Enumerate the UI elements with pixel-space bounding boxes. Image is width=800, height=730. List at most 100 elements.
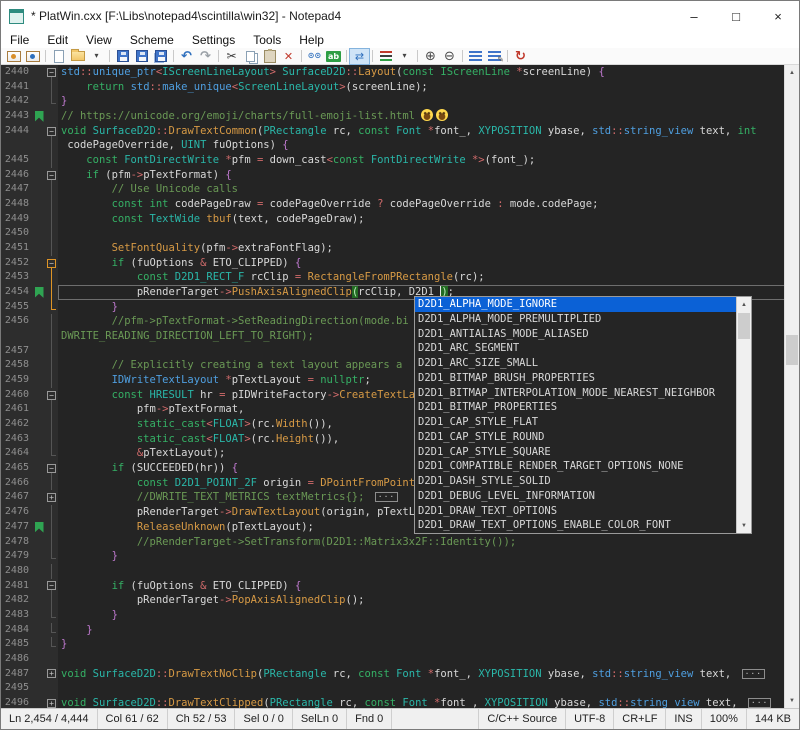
autocomplete-item[interactable]: D2D1_BITMAP_BRUSH_PROPERTIES	[415, 371, 736, 386]
autocomplete-item[interactable]: D2D1_DRAW_TEXT_OPTIONS_ENABLE_COLOR_FONT	[415, 518, 736, 533]
bookmark-margin[interactable]	[33, 623, 45, 638]
fold-margin[interactable]	[45, 608, 58, 623]
transparent-mode-button[interactable]: ⇄	[350, 49, 369, 64]
autocomplete-item[interactable]: D2D1_DASH_STYLE_SOLID	[415, 474, 736, 489]
code-row[interactable]: 2495	[1, 681, 786, 696]
fold-margin[interactable]: −	[45, 168, 58, 183]
fold-margin[interactable]: −	[45, 579, 58, 594]
fold-margin[interactable]	[45, 300, 58, 315]
bookmark-margin[interactable]	[33, 696, 45, 708]
bookmark-margin[interactable]	[33, 490, 45, 505]
line-number[interactable]: 2480	[1, 564, 33, 579]
fold-margin[interactable]	[45, 446, 58, 461]
line-number[interactable]: 2440	[1, 65, 33, 80]
code-row[interactable]: 2485}	[1, 637, 786, 652]
line-number[interactable]: 2451	[1, 241, 33, 256]
bookmark-margin[interactable]	[33, 461, 45, 476]
code-row[interactable]: 2453 const D2D1_RECT_F rcClip = Rectangl…	[1, 270, 786, 285]
line-number[interactable]: 2453	[1, 270, 33, 285]
code-row[interactable]: 2451 SetFontQuality(pfm->extraFontFlag);	[1, 241, 786, 256]
status-encoding[interactable]: UTF-8	[565, 709, 613, 729]
redo-button[interactable]: ↷	[196, 49, 215, 64]
save-all-button[interactable]	[151, 49, 170, 64]
line-number[interactable]: 2483	[1, 608, 33, 623]
autocomplete-item[interactable]: D2D1_BITMAP_PROPERTIES	[415, 400, 736, 415]
menu-settings[interactable]: Settings	[183, 33, 244, 47]
code-row[interactable]: 2447 // Use Unicode calls	[1, 182, 786, 197]
code-line[interactable]: }	[58, 549, 786, 564]
scroll-up-arrow-icon[interactable]: ▲	[785, 65, 799, 80]
fold-margin[interactable]	[45, 212, 58, 227]
bookmark-margin[interactable]	[33, 681, 45, 696]
bookmark-margin[interactable]	[33, 197, 45, 212]
code-line[interactable]: void SurfaceD2D::DrawTextNoClip(PRectang…	[58, 667, 786, 682]
code-row[interactable]: 2448 const int codePageDraw = codePageOv…	[1, 197, 786, 212]
code-line[interactable]: // https://unicode.org/emoji/charts/full…	[58, 109, 786, 124]
line-number[interactable]: 2443	[1, 109, 33, 124]
fold-margin[interactable]	[45, 520, 58, 535]
fold-margin[interactable]	[45, 505, 58, 520]
status-scheme[interactable]: C/C++ Source	[478, 709, 565, 729]
bookmark-margin[interactable]	[33, 329, 45, 344]
bookmark-margin[interactable]	[33, 446, 45, 461]
code-line[interactable]: const D2D1_RECT_F rcClip = RectangleFrom…	[58, 270, 786, 285]
bookmark-margin[interactable]	[33, 285, 45, 300]
bookmark-margin[interactable]	[33, 138, 45, 153]
fold-expanded-icon[interactable]: −	[47, 464, 56, 473]
view-settings-button[interactable]	[485, 49, 504, 64]
undo-button[interactable]: ↶	[177, 49, 196, 64]
code-line[interactable]	[58, 681, 786, 696]
code-row[interactable]: 2483 }	[1, 608, 786, 623]
line-number[interactable]: 2467	[1, 490, 33, 505]
status-eol[interactable]: CR+LF	[613, 709, 665, 729]
line-number[interactable]: 2446	[1, 168, 33, 183]
scroll-thumb[interactable]	[786, 335, 798, 365]
wrap-settings-button[interactable]	[466, 49, 485, 64]
fold-margin[interactable]	[45, 432, 58, 447]
fold-margin[interactable]: +	[45, 667, 58, 682]
status-zoom[interactable]: 100%	[701, 709, 746, 729]
scheme-dropdown[interactable]: ▾	[395, 49, 414, 64]
fold-expanded-icon[interactable]: −	[47, 171, 56, 180]
bookmark-margin[interactable]	[33, 505, 45, 520]
autocomplete-item[interactable]: D2D1_ANTIALIAS_MODE_ALIASED	[415, 327, 736, 342]
line-number[interactable]: 2466	[1, 476, 33, 491]
autocomplete-item[interactable]: D2D1_ARC_SIZE_SMALL	[415, 356, 736, 371]
line-number[interactable]: 2457	[1, 344, 33, 359]
fold-margin[interactable]: −	[45, 65, 58, 80]
popup-scroll-up-icon[interactable]: ▲	[737, 297, 751, 312]
menu-help[interactable]: Help	[290, 33, 333, 47]
line-number[interactable]: 2485	[1, 637, 33, 652]
bookmark-margin[interactable]	[33, 212, 45, 227]
code-row[interactable]: 2445 const FontDirectWrite *pfm = down_c…	[1, 153, 786, 168]
new-file-button[interactable]	[49, 49, 68, 64]
line-number[interactable]: 2481	[1, 579, 33, 594]
bookmark-margin[interactable]	[33, 314, 45, 329]
fold-margin[interactable]	[45, 535, 58, 550]
menu-view[interactable]: View	[77, 33, 121, 47]
line-number[interactable]: 2444	[1, 124, 33, 139]
line-number[interactable]: 2476	[1, 505, 33, 520]
editor-vertical-scrollbar[interactable]: ▲ ▼	[784, 65, 799, 708]
fold-margin[interactable]	[45, 182, 58, 197]
bookmark-margin[interactable]	[33, 637, 45, 652]
fold-expanded-icon[interactable]: −	[47, 127, 56, 136]
fold-margin[interactable]	[45, 417, 58, 432]
fold-margin[interactable]: +	[45, 696, 58, 708]
code-line[interactable]: void SurfaceD2D::DrawTextClipped(PRectan…	[58, 696, 786, 708]
bookmark-margin[interactable]	[33, 564, 45, 579]
status-filesize[interactable]: 144 KB	[746, 709, 799, 729]
fold-margin[interactable]	[45, 197, 58, 212]
bookmark-margin[interactable]	[33, 168, 45, 183]
line-number[interactable]: 2445	[1, 153, 33, 168]
line-number[interactable]: 2459	[1, 373, 33, 388]
bookmark-margin[interactable]	[33, 65, 45, 80]
bookmark-margin[interactable]	[33, 652, 45, 667]
code-line[interactable]: const FontDirectWrite *pfm = down_cast<c…	[58, 153, 786, 168]
line-number[interactable]: 2463	[1, 432, 33, 447]
line-number[interactable]: 2456	[1, 314, 33, 329]
code-line[interactable]: pRenderTarget->PopAxisAlignedClip();	[58, 593, 786, 608]
line-number[interactable]: 2452	[1, 256, 33, 271]
fold-margin[interactable]: −	[45, 124, 58, 139]
line-number[interactable]: 2462	[1, 417, 33, 432]
